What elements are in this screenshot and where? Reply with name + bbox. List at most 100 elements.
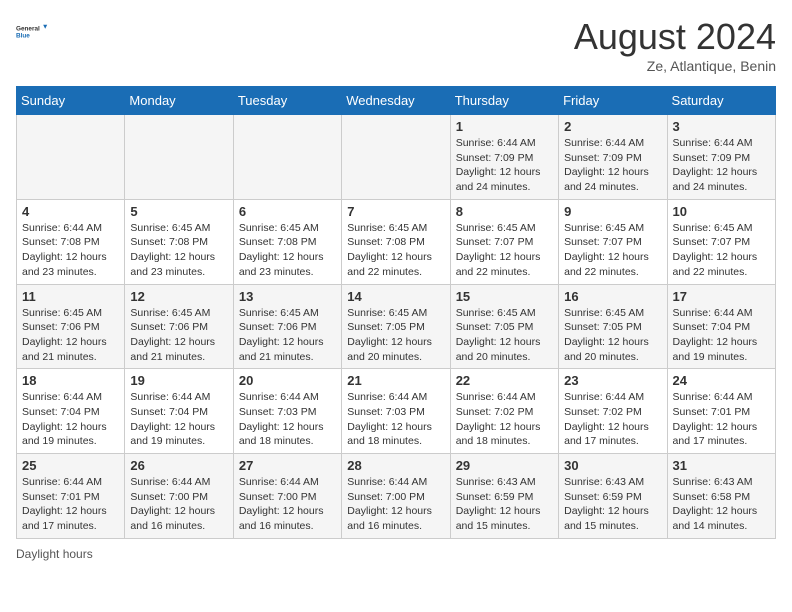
svg-text:Blue: Blue (16, 33, 30, 40)
calendar-cell: 31 Sunrise: 6:43 AM Sunset: 6:58 PM Dayli… (667, 454, 775, 539)
calendar-body: 1 Sunrise: 6:44 AM Sunset: 7:09 PM Daylig… (17, 115, 776, 539)
day-info: Sunrise: 6:45 AM Sunset: 7:07 PM Dayligh… (673, 221, 770, 280)
calendar-cell: 18 Sunrise: 6:44 AM Sunset: 7:04 PM Dayli… (17, 369, 125, 454)
day-info: Sunrise: 6:45 AM Sunset: 7:07 PM Dayligh… (564, 221, 661, 280)
calendar-cell (17, 115, 125, 200)
day-number: 10 (673, 204, 770, 219)
day-info: Sunrise: 6:45 AM Sunset: 7:06 PM Dayligh… (22, 306, 119, 365)
day-info: Sunrise: 6:44 AM Sunset: 7:01 PM Dayligh… (673, 390, 770, 449)
day-number: 11 (22, 289, 119, 304)
day-number: 4 (22, 204, 119, 219)
day-info: Sunrise: 6:43 AM Sunset: 6:59 PM Dayligh… (456, 475, 553, 534)
day-info: Sunrise: 6:44 AM Sunset: 7:03 PM Dayligh… (347, 390, 444, 449)
day-number: 21 (347, 373, 444, 388)
day-number: 16 (564, 289, 661, 304)
day-number: 3 (673, 119, 770, 134)
day-number: 26 (130, 458, 227, 473)
day-number: 19 (130, 373, 227, 388)
day-number: 7 (347, 204, 444, 219)
calendar-cell: 21 Sunrise: 6:44 AM Sunset: 7:03 PM Dayli… (342, 369, 450, 454)
day-number: 24 (673, 373, 770, 388)
day-number: 8 (456, 204, 553, 219)
svg-text:General: General (16, 25, 40, 32)
calendar-week-row: 18 Sunrise: 6:44 AM Sunset: 7:04 PM Dayli… (17, 369, 776, 454)
day-number: 17 (673, 289, 770, 304)
day-number: 13 (239, 289, 336, 304)
day-info: Sunrise: 6:44 AM Sunset: 7:00 PM Dayligh… (130, 475, 227, 534)
day-info: Sunrise: 6:44 AM Sunset: 7:02 PM Dayligh… (564, 390, 661, 449)
day-number: 25 (22, 458, 119, 473)
location-subtitle: Ze, Atlantique, Benin (574, 58, 776, 74)
day-info: Sunrise: 6:44 AM Sunset: 7:04 PM Dayligh… (130, 390, 227, 449)
month-year-title: August 2024 (574, 16, 776, 58)
day-info: Sunrise: 6:44 AM Sunset: 7:00 PM Dayligh… (347, 475, 444, 534)
day-info: Sunrise: 6:43 AM Sunset: 6:58 PM Dayligh… (673, 475, 770, 534)
day-number: 2 (564, 119, 661, 134)
day-number: 5 (130, 204, 227, 219)
calendar-cell: 13 Sunrise: 6:45 AM Sunset: 7:06 PM Dayli… (233, 284, 341, 369)
calendar-cell: 17 Sunrise: 6:44 AM Sunset: 7:04 PM Dayli… (667, 284, 775, 369)
day-number: 1 (456, 119, 553, 134)
day-info: Sunrise: 6:45 AM Sunset: 7:05 PM Dayligh… (456, 306, 553, 365)
calendar-week-row: 1 Sunrise: 6:44 AM Sunset: 7:09 PM Daylig… (17, 115, 776, 200)
day-number: 23 (564, 373, 661, 388)
day-info: Sunrise: 6:44 AM Sunset: 7:02 PM Dayligh… (456, 390, 553, 449)
calendar-cell: 5 Sunrise: 6:45 AM Sunset: 7:08 PM Daylig… (125, 199, 233, 284)
day-info: Sunrise: 6:45 AM Sunset: 7:08 PM Dayligh… (347, 221, 444, 280)
day-info: Sunrise: 6:44 AM Sunset: 7:08 PM Dayligh… (22, 221, 119, 280)
calendar-cell: 15 Sunrise: 6:45 AM Sunset: 7:05 PM Dayli… (450, 284, 558, 369)
calendar-week-row: 11 Sunrise: 6:45 AM Sunset: 7:06 PM Dayli… (17, 284, 776, 369)
calendar-cell: 8Sunrise: 6:45 AM Sunset: 7:07 PM Daylig… (450, 199, 558, 284)
calendar-cell: 2 Sunrise: 6:44 AM Sunset: 7:09 PM Daylig… (559, 115, 667, 200)
day-of-week-header: Friday (559, 87, 667, 115)
day-of-week-header: Saturday (667, 87, 775, 115)
day-number: 31 (673, 458, 770, 473)
calendar-cell: 11 Sunrise: 6:45 AM Sunset: 7:06 PM Dayli… (17, 284, 125, 369)
day-info: Sunrise: 6:43 AM Sunset: 6:59 PM Dayligh… (564, 475, 661, 534)
day-of-week-header: Tuesday (233, 87, 341, 115)
calendar-cell: 27Sunrise: 6:44 AM Sunset: 7:00 PM Dayli… (233, 454, 341, 539)
day-number: 29 (456, 458, 553, 473)
day-of-week-header: Monday (125, 87, 233, 115)
day-info: Sunrise: 6:45 AM Sunset: 7:06 PM Dayligh… (239, 306, 336, 365)
calendar-week-row: 4 Sunrise: 6:44 AM Sunset: 7:08 PM Daylig… (17, 199, 776, 284)
day-number: 27 (239, 458, 336, 473)
calendar-cell: 9 Sunrise: 6:45 AM Sunset: 7:07 PM Daylig… (559, 199, 667, 284)
day-number: 9 (564, 204, 661, 219)
logo-icon: GeneralBlue (16, 16, 48, 48)
logo: GeneralBlue (16, 16, 48, 48)
calendar-cell: 6 Sunrise: 6:45 AM Sunset: 7:08 PM Daylig… (233, 199, 341, 284)
day-info: Sunrise: 6:44 AM Sunset: 7:09 PM Dayligh… (564, 136, 661, 195)
day-info: Sunrise: 6:45 AM Sunset: 7:08 PM Dayligh… (239, 221, 336, 280)
daylight-hours-label: Daylight hours (16, 547, 93, 561)
day-number: 15 (456, 289, 553, 304)
calendar-header: SundayMondayTuesdayWednesdayThursdayFrid… (17, 87, 776, 115)
day-info: Sunrise: 6:44 AM Sunset: 7:04 PM Dayligh… (22, 390, 119, 449)
calendar-cell: 20 Sunrise: 6:44 AM Sunset: 7:03 PM Dayli… (233, 369, 341, 454)
day-info: Sunrise: 6:45 AM Sunset: 7:08 PM Dayligh… (130, 221, 227, 280)
day-of-week-header: Sunday (17, 87, 125, 115)
calendar-cell: 25 Sunrise: 6:44 AM Sunset: 7:01 PM Dayli… (17, 454, 125, 539)
calendar-cell: 10 Sunrise: 6:45 AM Sunset: 7:07 PM Dayli… (667, 199, 775, 284)
day-number: 22 (456, 373, 553, 388)
calendar-cell: 3Sunrise: 6:44 AM Sunset: 7:09 PM Daylig… (667, 115, 775, 200)
title-block: August 2024 Ze, Atlantique, Benin (574, 16, 776, 74)
day-info: Sunrise: 6:45 AM Sunset: 7:05 PM Dayligh… (347, 306, 444, 365)
calendar-cell: 23 Sunrise: 6:44 AM Sunset: 7:02 PM Dayli… (559, 369, 667, 454)
calendar-cell (233, 115, 341, 200)
calendar-cell: 14Sunrise: 6:45 AM Sunset: 7:05 PM Dayli… (342, 284, 450, 369)
calendar-cell: 19 Sunrise: 6:44 AM Sunset: 7:04 PM Dayli… (125, 369, 233, 454)
calendar-cell: 26 Sunrise: 6:44 AM Sunset: 7:00 PM Dayli… (125, 454, 233, 539)
day-number: 30 (564, 458, 661, 473)
day-number: 6 (239, 204, 336, 219)
calendar-cell: 30 Sunrise: 6:43 AM Sunset: 6:59 PM Dayli… (559, 454, 667, 539)
day-info: Sunrise: 6:44 AM Sunset: 7:01 PM Dayligh… (22, 475, 119, 534)
calendar-cell: 28Sunrise: 6:44 AM Sunset: 7:00 PM Dayli… (342, 454, 450, 539)
day-info: Sunrise: 6:45 AM Sunset: 7:05 PM Dayligh… (564, 306, 661, 365)
day-info: Sunrise: 6:44 AM Sunset: 7:03 PM Dayligh… (239, 390, 336, 449)
calendar-table: SundayMondayTuesdayWednesdayThursdayFrid… (16, 86, 776, 539)
day-number: 20 (239, 373, 336, 388)
calendar-cell: 12Sunrise: 6:45 AM Sunset: 7:06 PM Dayli… (125, 284, 233, 369)
day-number: 18 (22, 373, 119, 388)
day-info: Sunrise: 6:44 AM Sunset: 7:04 PM Dayligh… (673, 306, 770, 365)
